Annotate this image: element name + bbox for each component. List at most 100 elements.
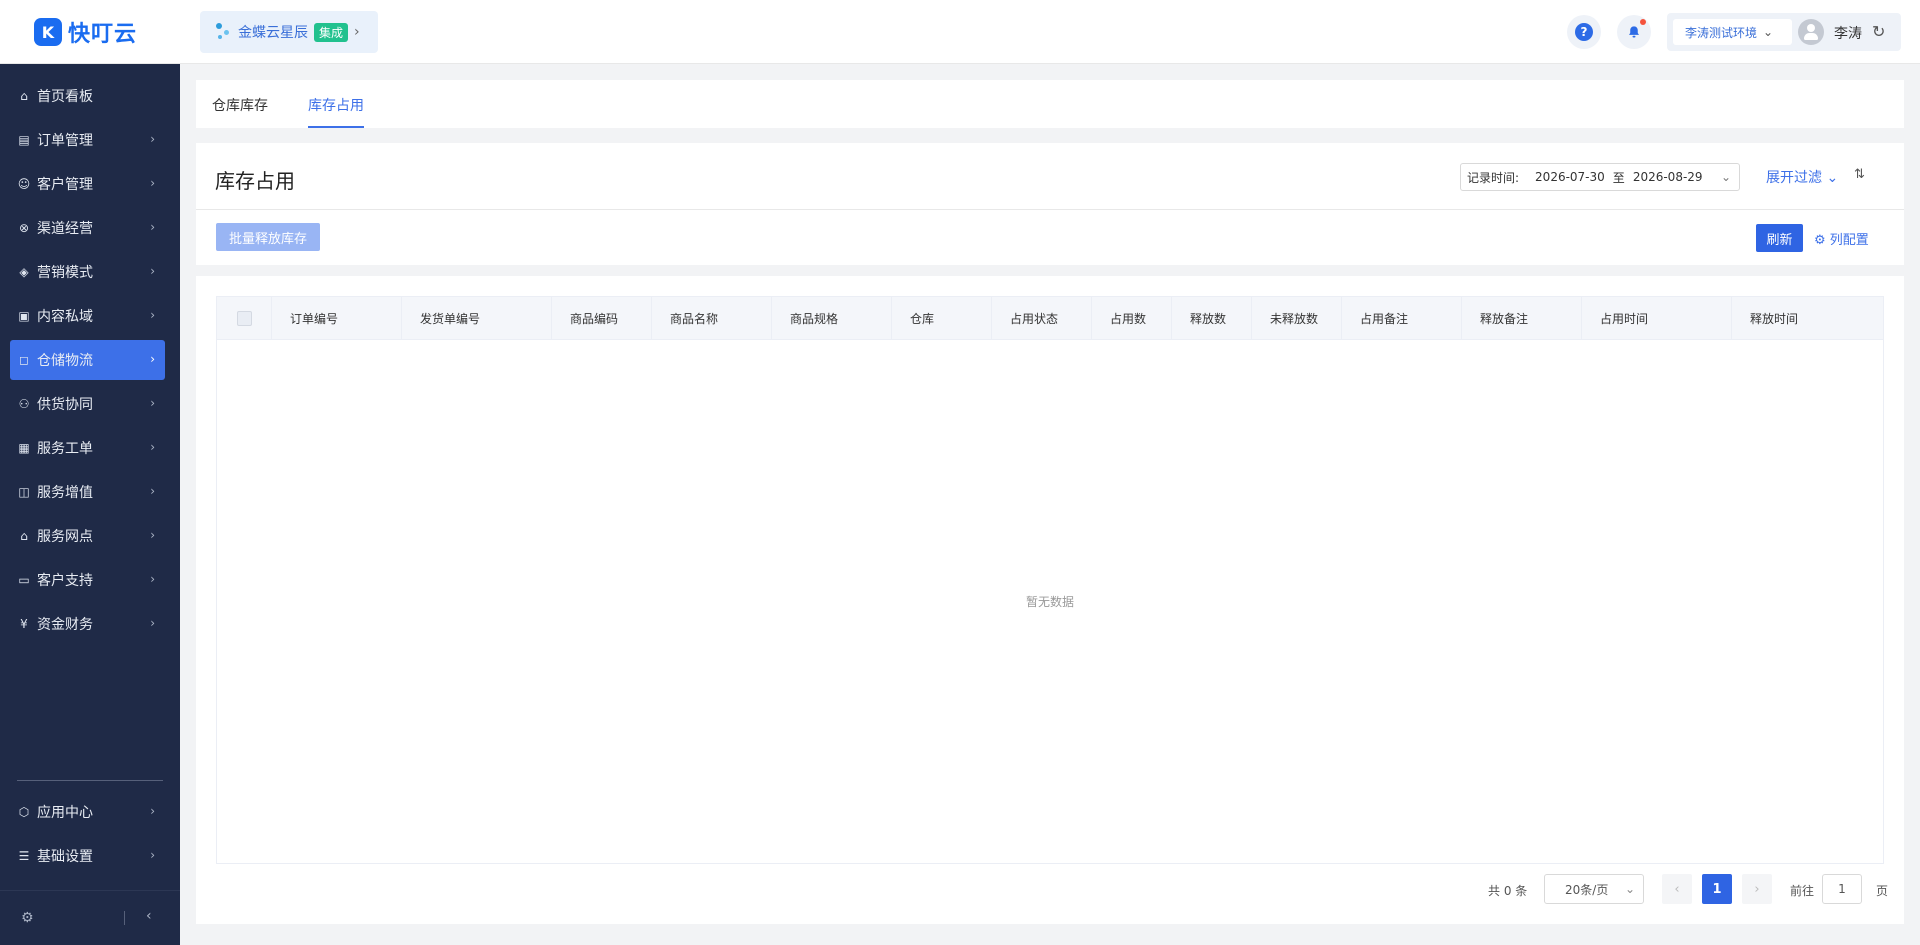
sidebar-item-label: 服务网点 bbox=[37, 529, 93, 545]
help-icon: ? bbox=[1575, 23, 1593, 41]
table-header: 订单编号 发货单编号 商品编码 商品名称 商品规格 仓库 占用状态 占用数 释放数 未释放数 占用备… bbox=[217, 297, 1883, 340]
integration-switcher[interactable]: 金蝶云星辰 集成 › bbox=[200, 11, 378, 53]
chevron-right-icon: › bbox=[150, 308, 155, 322]
refresh-button[interactable]: 刷新 bbox=[1756, 224, 1803, 252]
column-header-0[interactable]: 订单编号 bbox=[272, 297, 402, 340]
cube-icon: ⬡ bbox=[18, 805, 30, 819]
environment-select[interactable]: 李涛测试环境 ⌄ bbox=[1673, 19, 1792, 45]
clipboard-icon: ▤ bbox=[18, 133, 30, 147]
sidebar-item-7[interactable]: ⚇ 供货协同 › bbox=[10, 384, 165, 424]
pagination-total: 共 0 条 bbox=[1488, 884, 1528, 898]
gear-icon: ⚙ bbox=[1814, 233, 1826, 248]
sidebar-divider bbox=[17, 780, 163, 781]
prev-page-button[interactable]: ‹ bbox=[1662, 874, 1692, 904]
column-config-button[interactable]: ⚙ 列配置 bbox=[1814, 229, 1869, 248]
sidebar-item-label: 服务工单 bbox=[37, 441, 93, 457]
next-page-button[interactable]: › bbox=[1742, 874, 1772, 904]
column-header-7[interactable]: 占用数 bbox=[1092, 297, 1172, 340]
sidebar-item-6[interactable]: ◻ 仓储物流 › bbox=[10, 340, 165, 380]
toolbar-panel: 库存占用 记录时间: 2026-07-30 至 2026-08-29 ⌄ 展开过… bbox=[196, 143, 1904, 265]
goto-page-input[interactable] bbox=[1822, 874, 1862, 904]
chevron-down-icon: ⌄ bbox=[1763, 25, 1774, 39]
sidebar-item-11[interactable]: ▭ 客户支持 › bbox=[10, 560, 165, 600]
chevron-right-icon: › bbox=[150, 176, 155, 190]
empty-state: 暂无数据 bbox=[1025, 595, 1074, 609]
chevron-right-icon: › bbox=[150, 484, 155, 498]
tab-warehouse-stock[interactable]: 仓库库存 bbox=[212, 95, 268, 128]
column-header-2[interactable]: 商品编码 bbox=[552, 297, 652, 340]
sidebar-item-1[interactable]: ▤ 订单管理 › bbox=[10, 120, 165, 160]
column-header-12[interactable]: 占用时间 bbox=[1582, 297, 1732, 340]
ticket-icon: ▦ bbox=[18, 441, 30, 455]
sidebar-item-5[interactable]: ▣ 内容私域 › bbox=[10, 296, 165, 336]
chevron-right-icon: › bbox=[150, 264, 155, 278]
sidebar-item-label: 资金财务 bbox=[37, 617, 93, 633]
column-header-4[interactable]: 商品规格 bbox=[772, 297, 892, 340]
bell-icon bbox=[1629, 26, 1639, 38]
sidebar-item-9[interactable]: ◫ 服务增值 › bbox=[10, 472, 165, 512]
brand-mark-icon: K bbox=[34, 18, 62, 46]
sidebar-item-4[interactable]: ◈ 营销模式 › bbox=[10, 252, 165, 292]
sidebar-item-8[interactable]: ▦ 服务工单 › bbox=[10, 428, 165, 468]
expand-filter-button[interactable]: 展开过滤 ⌄ bbox=[1766, 167, 1838, 187]
top-header: K 快叮云 金蝶云星辰 集成 › ? 李涛测试环境 ⌄ 李涛 ↻ bbox=[0, 0, 1920, 64]
sidebar-item-10[interactable]: ⌂ 服务网点 › bbox=[10, 516, 165, 556]
settings-gear-icon[interactable]: ⚙ bbox=[21, 910, 34, 926]
channel-icon: ⊗ bbox=[18, 221, 30, 235]
tab-stock-occupancy[interactable]: 库存占用 bbox=[308, 95, 364, 128]
home-icon: ⌂ bbox=[20, 89, 28, 103]
chevron-right-icon: › bbox=[150, 528, 155, 542]
select-all-cell bbox=[217, 297, 272, 340]
yen-icon: ¥ bbox=[20, 617, 28, 631]
chevron-right-icon: › bbox=[150, 848, 155, 862]
select-all-checkbox[interactable] bbox=[237, 311, 252, 326]
sidebar-item-label: 客户管理 bbox=[37, 177, 93, 193]
sidebar-item-label: 渠道经营 bbox=[37, 221, 93, 237]
current-page-button[interactable]: 1 bbox=[1702, 874, 1732, 904]
sidebar-item-3[interactable]: ⊗ 渠道经营 › bbox=[10, 208, 165, 248]
notification-button[interactable] bbox=[1617, 15, 1651, 49]
avatar[interactable] bbox=[1798, 19, 1824, 45]
sidebar-footer-divider bbox=[0, 890, 180, 891]
chevron-right-icon: › bbox=[150, 132, 155, 146]
column-header-5[interactable]: 仓库 bbox=[892, 297, 992, 340]
help-button[interactable]: ? bbox=[1567, 15, 1601, 49]
user-name[interactable]: 李涛 bbox=[1834, 23, 1862, 43]
column-header-1[interactable]: 发货单编号 bbox=[402, 297, 552, 340]
column-header-3[interactable]: 商品名称 bbox=[652, 297, 772, 340]
integration-name: 金蝶云星辰 bbox=[238, 25, 308, 41]
goto-label: 前往 bbox=[1790, 884, 1815, 898]
image-icon: ▣ bbox=[18, 309, 30, 323]
column-header-8[interactable]: 释放数 bbox=[1172, 297, 1252, 340]
chevron-down-icon: ⌄ bbox=[1624, 882, 1635, 896]
date-end[interactable]: 2026-08-29 bbox=[1633, 170, 1703, 184]
notification-dot bbox=[1640, 19, 1646, 25]
chevron-right-icon: › bbox=[150, 352, 155, 366]
sidebar-bottom-item-0[interactable]: ⬡ 应用中心 › bbox=[10, 792, 165, 832]
sidebar-item-label: 应用中心 bbox=[37, 805, 93, 821]
sidebar-item-0[interactable]: ⌂ 首页看板 bbox=[10, 76, 165, 116]
batch-release-button[interactable]: 批量释放库存 bbox=[216, 223, 320, 251]
sidebar-item-12[interactable]: ¥ 资金财务 › bbox=[10, 604, 165, 644]
integration-badge: 集成 bbox=[314, 22, 349, 42]
date-range-label: 记录时间: bbox=[1467, 170, 1520, 185]
brand-logo[interactable]: K 快叮云 bbox=[34, 16, 137, 48]
sidebar-bottom-item-1[interactable]: ☰ 基础设置 › bbox=[10, 836, 165, 876]
chevron-down-icon: ⌄ bbox=[1826, 170, 1839, 186]
column-header-6[interactable]: 占用状态 bbox=[992, 297, 1092, 340]
date-start[interactable]: 2026-07-30 bbox=[1535, 170, 1605, 184]
column-header-10[interactable]: 占用备注 bbox=[1342, 297, 1462, 340]
column-header-13[interactable]: 释放时间 bbox=[1732, 297, 1883, 340]
sidebar-item-label: 服务增值 bbox=[37, 485, 93, 501]
date-range-picker[interactable]: 记录时间: 2026-07-30 至 2026-08-29 ⌄ bbox=[1460, 163, 1740, 191]
refresh-icon[interactable]: ↻ bbox=[1872, 22, 1885, 41]
page-size-select[interactable]: 20条/页 ⌄ bbox=[1544, 874, 1644, 904]
column-header-11[interactable]: 释放备注 bbox=[1462, 297, 1582, 340]
sort-icon[interactable]: ⇅ bbox=[1854, 167, 1865, 182]
column-header-9[interactable]: 未释放数 bbox=[1252, 297, 1342, 340]
footer-separator bbox=[124, 911, 125, 925]
sidebar-item-2[interactable]: ☺ 客户管理 › bbox=[10, 164, 165, 204]
chevron-right-icon: › bbox=[150, 804, 155, 818]
collapse-sidebar-icon[interactable]: ‹ bbox=[146, 908, 152, 924]
expand-filter-label: 展开过滤 bbox=[1766, 170, 1822, 186]
